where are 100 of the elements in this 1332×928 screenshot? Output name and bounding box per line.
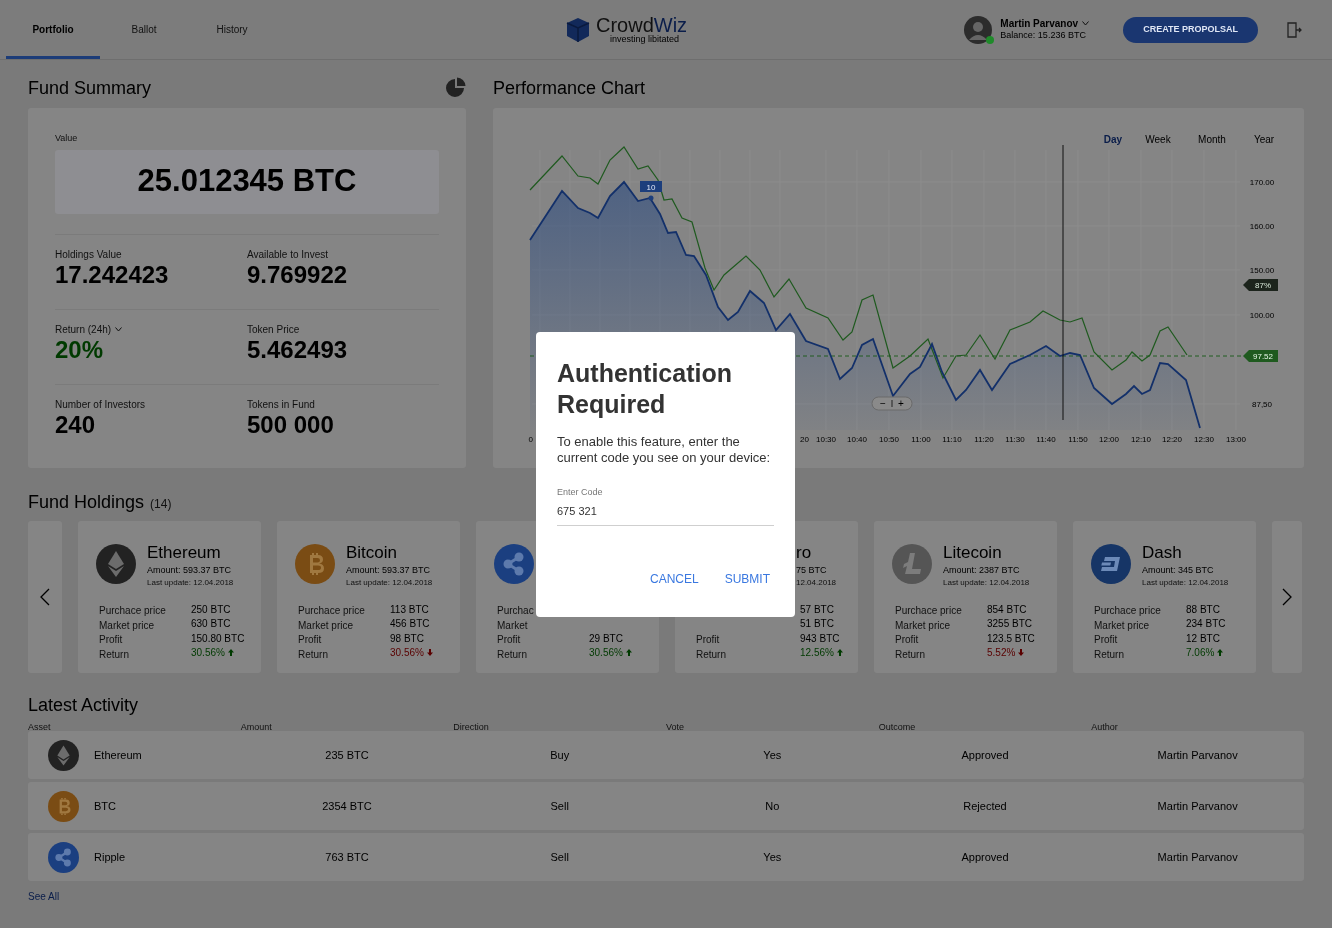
field-value: 123.5 BTC [987,631,1035,646]
axis-label: 10:30 [816,435,836,444]
field-value: 57 BTC [800,602,834,617]
user-name[interactable]: Martin Parvanov [1000,17,1079,31]
last-update: Last update: 12.04.2018 [943,577,1030,588]
pie-chart-icon[interactable] [444,77,466,99]
chevron-left-icon[interactable] [40,588,50,606]
chevron-right-icon[interactable] [1282,588,1292,606]
stat-label: Token Price [247,322,300,337]
dialog-button[interactable]: SUBMIT [724,570,770,588]
field-value: 150.80 BTC [191,631,245,646]
coin-amount: Amount: 593.37 BTC [346,564,432,577]
range-tab[interactable]: Month [1198,134,1226,145]
caret-icon[interactable] [1082,21,1090,27]
axis-label: 20 [800,435,809,444]
coin-amount: Amount: 593.37 BTC [147,564,233,577]
field-label: Market price [298,619,353,631]
axis-label: 87,50 [1252,400,1272,409]
field-value: 5.52% [987,646,1016,661]
user-avatar-icon[interactable] [964,15,993,44]
coin-name: Ethereum [147,544,222,562]
field-label: Purchac [497,605,534,617]
logo-tagline: investing libitated [610,35,681,44]
zoom-control[interactable]: − + [871,396,913,411]
table-cell-text: Ethereum [94,747,142,763]
section-title: Latest Activity [28,693,139,717]
column-header: Amount [240,722,272,732]
field-label: Profit [99,634,123,646]
create-proposal-button[interactable]: CREATE PROPOLSAL [1123,16,1258,43]
field-value: 456 BTC [390,617,430,632]
nav-tab[interactable]: History [188,0,276,59]
value-label: Value [55,132,79,145]
field-label: Purchace price [298,605,365,617]
caret-icon[interactable] [115,326,123,332]
field-label: Profit [1094,634,1118,646]
field-label: Market price [895,619,950,631]
see-all-link[interactable]: See All [28,889,60,904]
table-cell-text: 235 BTC [325,747,369,763]
logout-icon[interactable] [1286,21,1302,38]
field-value: 113 BTC [390,602,429,617]
field-value: 250 BTC [191,602,231,617]
column-header: Author [1091,722,1118,732]
value-display: 25.012345 BTC [55,149,439,214]
last-update: Last update: 12.04.2018 [346,577,433,588]
field-label: Profit [298,634,322,646]
field-label: Return [497,648,527,660]
axis-label: 10:40 [847,435,867,444]
field-label: Market price [1094,619,1149,631]
range-tab[interactable]: Week [1145,134,1171,145]
dash-coin-icon [1091,544,1131,584]
column-header: Asset [28,722,51,732]
axis-label: 12:20 [1162,435,1182,444]
axis-label: 12:00 [1099,435,1119,444]
activity-row[interactable]: Ethereum 235 BTC Buy Yes Approved Martin Parvanov [28,731,1304,779]
axis-label: 12:10 [1131,435,1151,444]
dialog-message: To enable this feature, enter the current code you see on your device: [557,434,772,466]
axis-label: 11:20 [974,435,994,444]
table-cell-text: Yes [763,849,782,865]
stat-label: Tokens in Fund [247,397,315,412]
l-coin-icon [892,544,932,584]
stat-label: Number of Investors [55,397,146,412]
field-value: 30.56% [589,646,623,661]
activity-row[interactable]: Ripple 763 BTC Sell Yes Approved Martin Parvanov [28,833,1304,881]
axis-label: 12:30 [1194,435,1214,444]
field-value: 943 BTC [800,631,840,646]
b-coin-icon [295,544,335,584]
table-cell-text: Martin Parvanov [1157,747,1238,763]
coin-name: Litecoin [943,544,1003,562]
stat-value: 9.769922 [247,261,349,288]
table-cell-text: No [765,798,780,814]
table-cell-text: Approved [961,747,1009,763]
stat-label: Holdings Value [55,247,122,262]
table-cell-text: Martin Parvanov [1157,798,1238,814]
holdings-count: (14) [150,496,172,513]
table-cell-text: Sell [550,798,569,814]
field-value: 30.56% [191,646,225,661]
range-tab[interactable]: Year [1253,134,1275,145]
cube-logo-icon [566,16,590,43]
range-tab[interactable]: Day [1103,134,1123,145]
coin-name: Dash [1142,544,1183,562]
column-header: Vote [666,722,685,732]
axis-label: 100.00 [1249,311,1275,320]
nav-tab[interactable]: Portfolio [6,0,100,59]
activity-row[interactable]: BTC 2354 BTC Sell No Rejected Martin Parvanov [28,782,1304,830]
last-update: 12.04.2018 [796,577,837,588]
axis-label: 150.00 [1249,266,1275,275]
coin-name: ro [796,544,813,562]
field-label: Purchace price [1094,605,1161,617]
logo-wordmark: CrowdWiz [596,15,688,35]
dialog-button[interactable]: CANCEL [649,570,699,588]
nav-tab[interactable]: Ballot [100,0,188,59]
section-title: Fund Summary [28,76,152,100]
field-label: Profit [895,634,919,646]
field-label: Market price [99,619,154,631]
axis-label: 160.00 [1249,222,1275,231]
b-coin-icon [48,790,79,822]
field-label: Return [895,648,925,660]
code-input-field[interactable]: Enter Code 675 321 [557,486,774,526]
connected-dots-icon [48,841,79,873]
table-cell-text: Ripple [94,849,126,865]
